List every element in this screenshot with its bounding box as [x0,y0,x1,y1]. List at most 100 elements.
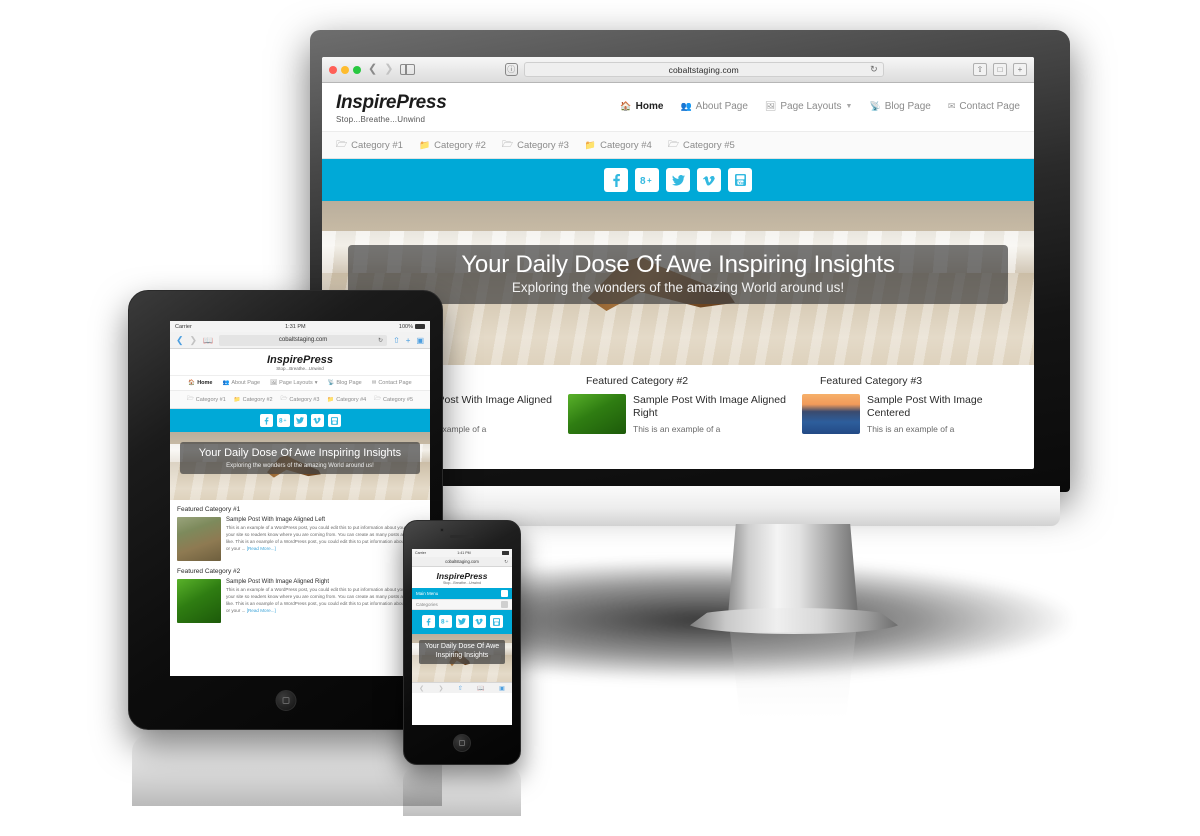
vimeo-icon[interactable] [697,168,721,192]
category-item-2[interactable]: 📁 Category #2 [234,395,273,404]
phone-browser-toolbar: ❮ ❯ ⇧ 📖 ▣ [412,682,512,693]
sidebar-icon[interactable] [400,64,416,75]
close-window-button[interactable] [329,65,337,74]
category-item-3[interactable]: 🗁 Category #3 [281,395,320,404]
vimeo-icon[interactable] [310,414,324,427]
post-preview[interactable]: Sample Post With Image Aligned Right Thi… [568,394,788,435]
nav-item-blog-page[interactable]: 📡 Blog Page [327,380,361,386]
tablet-home-button[interactable] [275,690,296,711]
category-label: Category #5 [383,396,414,403]
tablet-category-navigation: 🗁 Category #1 📁 Category #2 🗁 Category #3 📁… [170,390,430,409]
nav-item-page-layouts[interactable]: 🖼 Page Layouts ▼ [765,101,853,112]
nav-label: Home [197,380,213,386]
category-item-5[interactable]: 🗁 Category #5 [668,137,735,153]
youtube-icon[interactable] [489,615,503,628]
forward-arrow-icon[interactable]: ❯ [190,335,198,346]
tabs-icon[interactable]: ▣ [416,336,424,345]
minimize-window-button[interactable] [341,65,349,74]
share-icon[interactable]: ⇧ [973,63,987,76]
google-plus-icon[interactable]: 8 + [276,414,290,427]
category-label: Category #1 [351,139,403,151]
category-item-1[interactable]: 🗁 Category #1 [187,395,226,404]
battery-icon [415,324,425,329]
category-item-1[interactable]: 🗁 Category #1 [336,137,403,153]
nav-item-home[interactable]: 🏠 Home [188,380,212,386]
forward-arrow-icon[interactable]: ❯ [439,685,444,692]
post-preview[interactable]: Sample Post With Image Centered This is … [802,394,1022,435]
nav-item-home[interactable]: 🏠 Home [620,101,663,112]
plus-icon[interactable]: + [1013,63,1027,76]
monitor-stand-foot [688,608,900,634]
back-arrow-icon[interactable]: ❮ [176,335,184,346]
hero-subtitle: Exploring the wonders of the amazing Wor… [511,280,845,296]
plus-icon[interactable]: + [406,336,411,345]
reload-icon[interactable]: ↻ [378,337,383,344]
nav-item-contact-page[interactable]: ✉ Contact Page [948,101,1020,112]
category-item-2[interactable]: 📁 Category #2 [419,137,486,153]
site-branding[interactable]: InspirePress Stop...Breathe...Unwind [336,92,447,124]
hero-caption: Your Daily Dose Of Awe Inspiring Insight… [348,245,1008,305]
tablet-browser-toolbar: ❮ ❯ 📖 cobaltstaging.com ↻ ⇧ + ▣ [170,332,430,349]
nav-item-blog-page[interactable]: 📡 Blog Page [869,101,930,112]
nav-label: Page Layouts [780,101,842,112]
phone-home-button[interactable] [453,734,471,752]
monitor-chin [438,486,1060,526]
facebook-icon[interactable] [259,414,273,427]
mountain-thumbnail [177,517,221,561]
category-item-3[interactable]: 🗁 Category #3 [502,137,569,153]
phone-address-bar[interactable]: cobaltstaging.com ↻ [412,557,512,567]
read-more-link[interactable]: [Read More...] [247,608,276,613]
read-more-link[interactable]: [Read More...] [247,546,276,551]
window-controls[interactable] [329,65,361,74]
twitter-icon[interactable] [293,414,307,427]
nav-item-about-page[interactable]: 👥 About Page [680,101,747,112]
folder-open-icon: 🗁 [667,139,680,149]
maximize-window-button[interactable] [353,65,361,74]
share-icon[interactable]: ⇧ [458,685,463,692]
post-excerpt: This is an example of a WordPress post, … [226,525,423,553]
main-menu-toggle[interactable]: Main Menu [412,588,512,599]
youtube-icon[interactable]: You [728,168,752,192]
post-preview[interactable]: Sample Post With Image Aligned Left This… [177,517,423,561]
reload-icon[interactable]: ↻ [504,559,508,565]
category-label: Category #4 [600,139,652,151]
back-arrow-icon[interactable]: ❮ [419,685,424,692]
nav-label: Home [635,101,664,112]
category-label: Category #3 [517,139,569,151]
tablet-status-bar: Carrier 1:31 PM 100% [170,321,430,332]
site-logo: InspirePress [336,92,447,113]
main-menu-label: Main Menu [416,591,439,596]
nav-item-about-page[interactable]: 👥 About Page [222,380,260,386]
twitter-icon[interactable] [455,615,469,628]
phone-hero-banner: Your Daily Dose Of Awe Inspiring Insight… [412,634,512,682]
vimeo-icon[interactable] [472,615,486,628]
category-item-4[interactable]: 📁 Category #4 [327,395,366,404]
tablet-screen: Carrier 1:31 PM 100% ❮ ❯ 📖 cobaltstaging… [170,321,430,676]
bookmarks-icon[interactable]: 📖 [203,336,213,345]
reload-icon[interactable]: ↻ [870,64,878,75]
svg-text:You: You [738,180,746,185]
categories-toggle[interactable]: Categories [412,599,512,610]
reader-icon[interactable]: ⓘ [504,63,518,76]
tabs-icon[interactable]: □ [993,63,1007,76]
nav-item-contact-page[interactable]: ✉ Contact Page [372,380,412,386]
address-bar[interactable]: cobaltstaging.com ↻ [523,62,884,77]
tabs-icon[interactable]: ▣ [499,685,505,692]
tablet-address-bar[interactable]: cobaltstaging.com ↻ [219,334,388,346]
back-arrow-icon[interactable]: ❮ [368,64,377,75]
share-icon[interactable]: ⇧ [393,336,400,345]
category-item-4[interactable]: 📁 Category #4 [585,137,652,153]
hamburger-icon [501,601,508,608]
post-preview[interactable]: Sample Post With Image Aligned Right Thi… [177,579,423,623]
youtube-icon[interactable] [327,414,341,427]
facebook-icon[interactable] [421,615,435,628]
google-plus-icon[interactable]: 8 + [635,168,659,192]
bookmarks-icon[interactable]: 📖 [477,685,484,692]
featured-heading: Featured Category #1 [177,506,241,513]
google-plus-icon[interactable]: 8 + [438,615,452,628]
forward-arrow-icon[interactable]: ❯ [384,64,393,75]
nav-item-page-layouts[interactable]: 🖼 Page Layouts ▾ [270,380,317,386]
category-item-5[interactable]: 🗁 Category #5 [374,395,413,404]
facebook-icon[interactable] [604,168,628,192]
twitter-icon[interactable] [666,168,690,192]
